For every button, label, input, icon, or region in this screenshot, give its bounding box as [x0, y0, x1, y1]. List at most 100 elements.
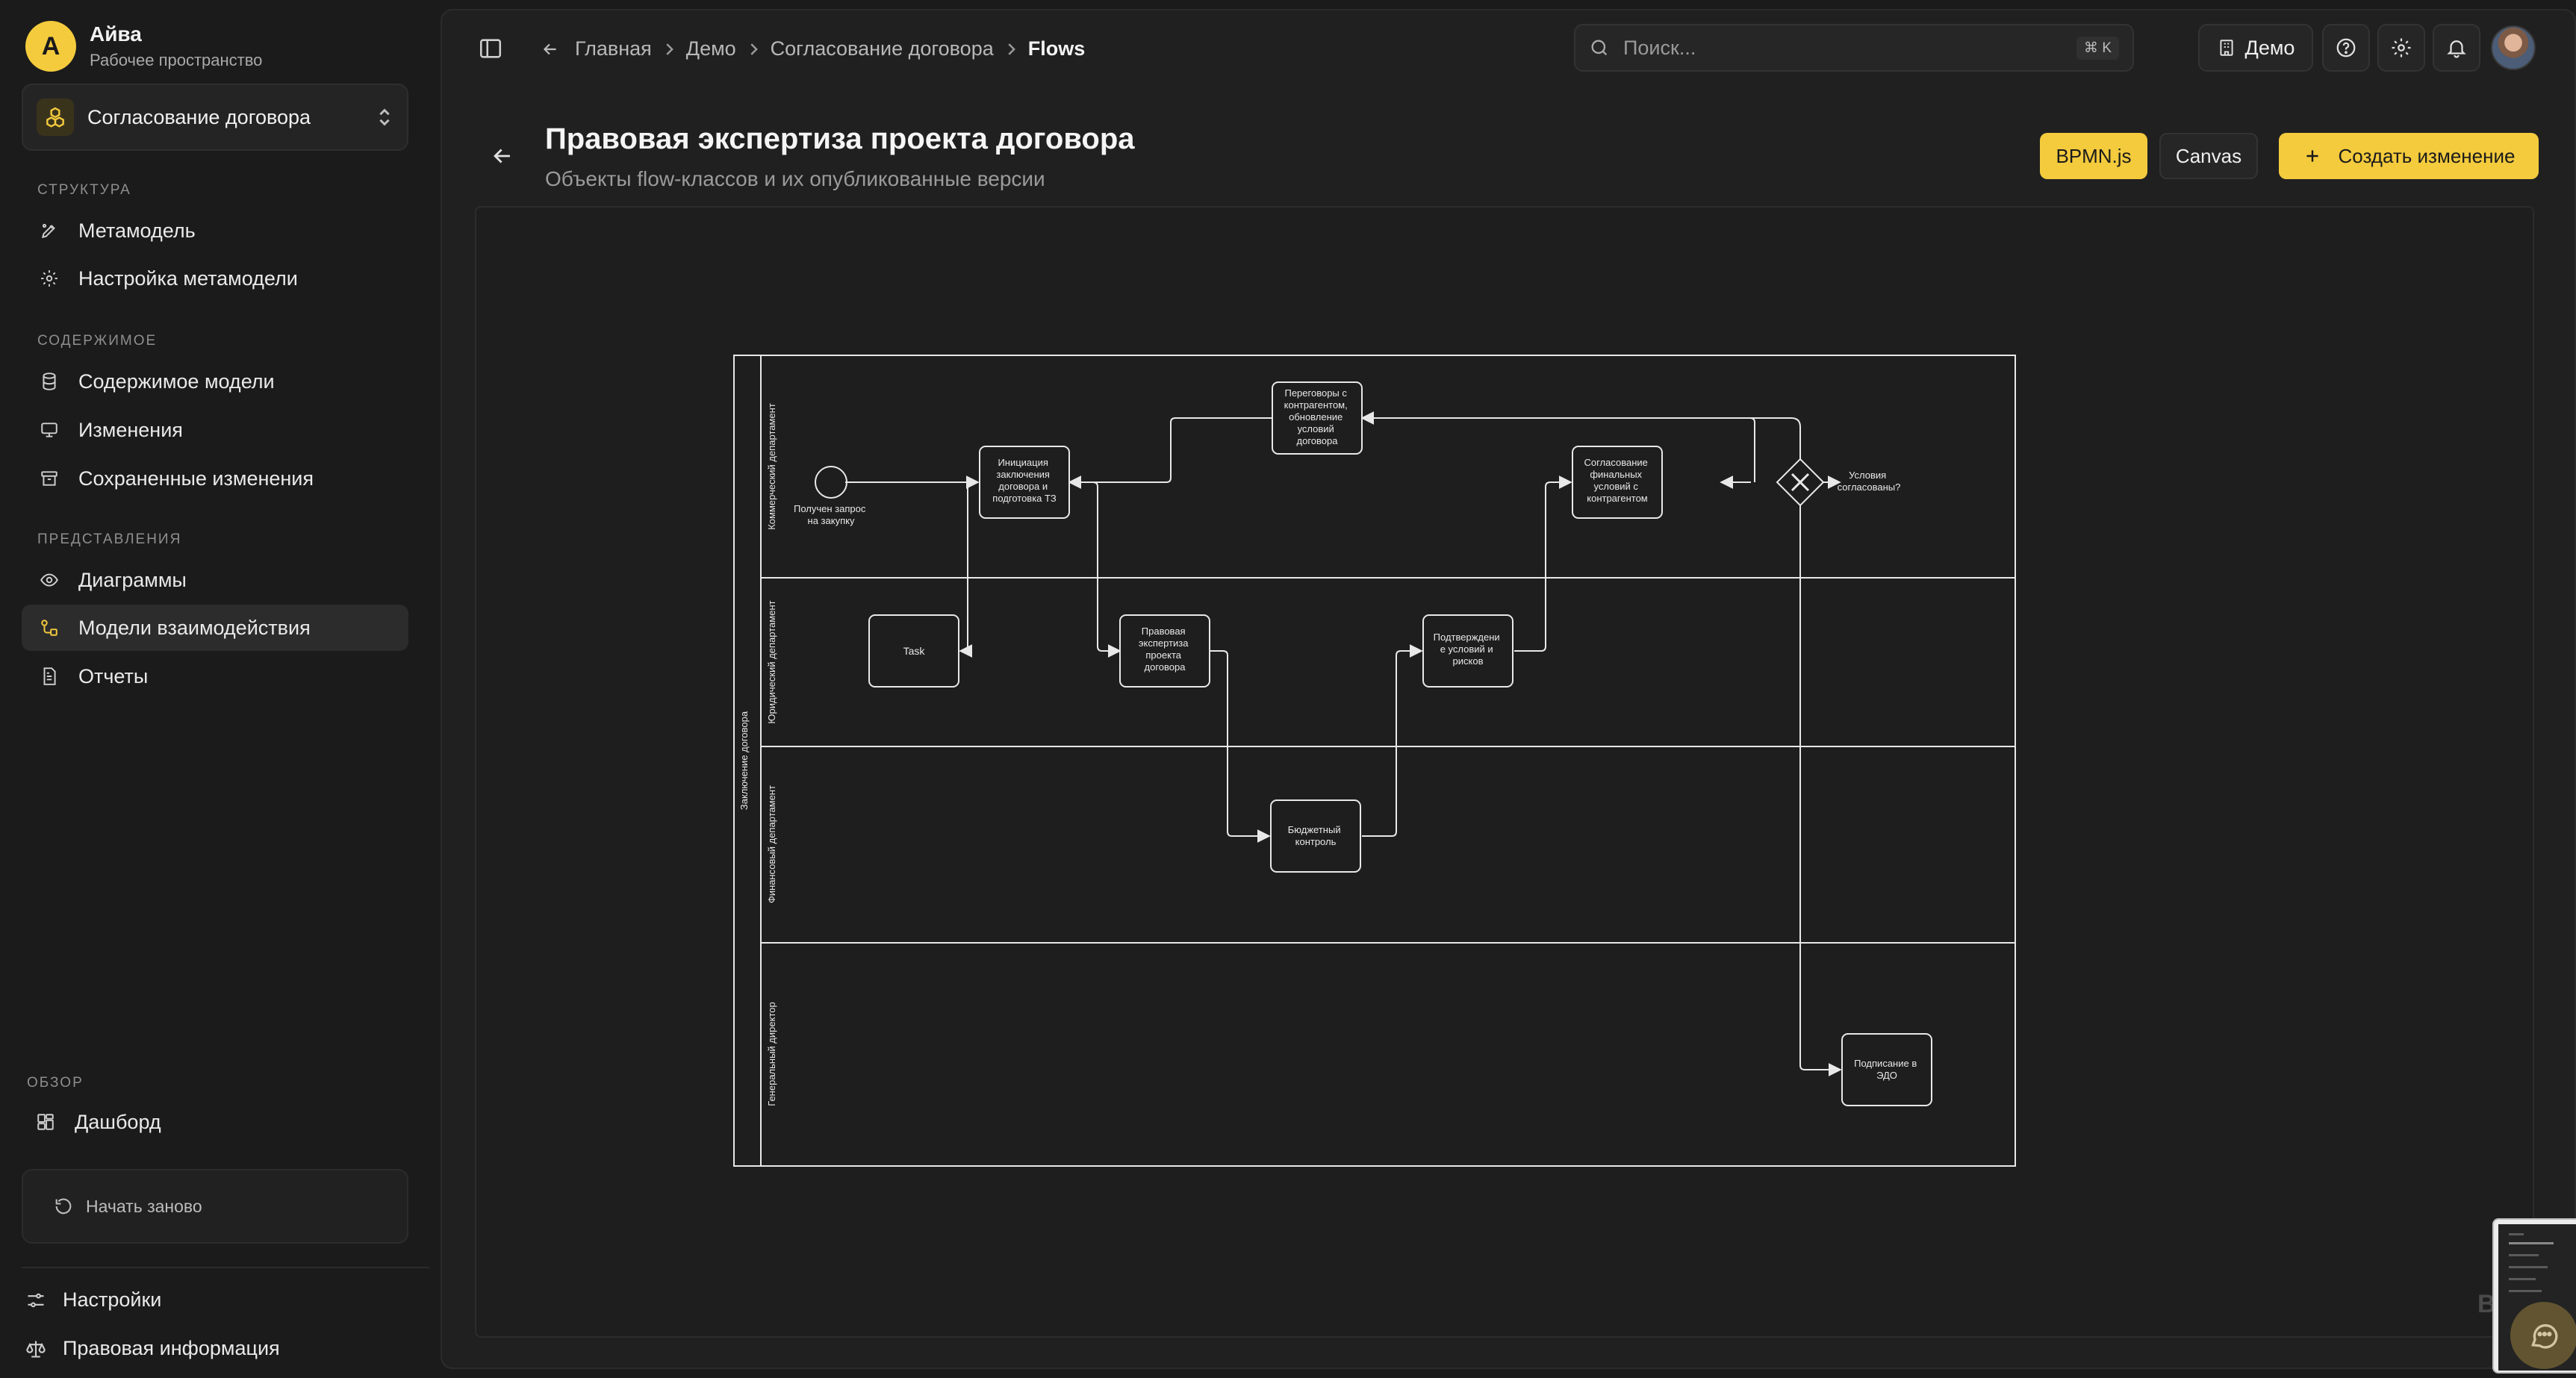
section-label-structure: СТРУКТУРА — [37, 182, 131, 198]
search-box[interactable]: ⌘ K — [1574, 24, 2134, 72]
chat-support-button[interactable] — [2510, 1302, 2576, 1369]
database-icon — [38, 370, 60, 393]
sidebar-toggle-icon[interactable] — [478, 36, 503, 61]
chevron-right-icon — [1008, 43, 1015, 55]
demo-button[interactable]: Демо — [2198, 24, 2313, 72]
search-input[interactable] — [1623, 36, 2077, 60]
sidebar-item-model-content[interactable]: Содержимое модели — [22, 358, 408, 405]
task-final-approval-label: Согласование финальных условий с контраг… — [1584, 457, 1650, 504]
sidebar-item-label: Содержимое модели — [78, 370, 275, 393]
sidebar-item-label: Сохраненные изменения — [78, 467, 314, 490]
start-event — [815, 466, 847, 499]
sidebar-item-changes[interactable]: Изменения — [22, 407, 408, 453]
breadcrumb-home[interactable]: Главная — [575, 37, 652, 60]
restart-button[interactable]: Начать заново — [22, 1169, 408, 1244]
lane-label-ceo: Генеральный директор — [766, 1002, 777, 1106]
chevron-right-icon — [750, 43, 758, 55]
sliders-icon — [28, 1293, 44, 1307]
bell-icon — [2447, 40, 2466, 58]
page-subtitle: Объекты flow-классов и их опубликованные… — [545, 167, 1045, 190]
user-avatar[interactable] — [2491, 25, 2536, 70]
sidebar-item-label: Модели взаимодействия — [78, 616, 311, 639]
report-icon — [38, 665, 60, 688]
sidebar-item-metamodel[interactable]: Метамодель — [22, 208, 408, 254]
settings-button[interactable] — [2377, 24, 2425, 72]
breadcrumb-project[interactable]: Согласование договора — [771, 37, 994, 60]
scales-icon — [26, 1341, 46, 1358]
search-shortcut: ⌘ K — [2076, 36, 2119, 60]
sidebar: А Айва Рабочее пространство Согласование… — [0, 0, 436, 1378]
sidebar-item-label: Дашборд — [75, 1110, 161, 1133]
create-change-button[interactable]: Создать изменение — [2279, 133, 2539, 179]
sidebar-item-interaction-models[interactable]: Модели взаимодействия — [22, 605, 408, 651]
interaction-icon — [38, 617, 60, 639]
legal-info-label: Правовая информация — [63, 1337, 280, 1359]
exclusive-gateway — [1776, 458, 1825, 507]
sidebar-item-label: Отчеты — [78, 664, 149, 688]
arrow-left-icon[interactable] — [541, 40, 560, 59]
plus-icon — [2306, 150, 2318, 162]
chevron-right-icon — [666, 43, 673, 55]
sidebar-item-metamodel-settings[interactable]: Настройка метамодели — [22, 255, 408, 302]
cubes-icon — [37, 99, 74, 136]
search-icon — [1591, 40, 1608, 56]
chat-icon — [2531, 1324, 2558, 1349]
refresh-icon — [55, 1198, 72, 1215]
pool-label: Заключение договора — [738, 711, 750, 810]
arrow-left-icon[interactable] — [490, 143, 515, 169]
task-initiation-label: Инициация заключения договора и подготов… — [992, 457, 1057, 504]
divider — [22, 1267, 429, 1268]
sidebar-item-label: Диаграммы — [78, 568, 187, 591]
sidebar-item-saved-changes[interactable]: Сохраненные изменения — [22, 455, 408, 502]
sidebar-item-diagrams[interactable]: Диаграммы — [22, 557, 408, 603]
pool — [733, 355, 2016, 1167]
page-title: Правовая экспертиза проекта договора — [545, 122, 1135, 155]
section-label-overview: ОБЗОР — [27, 1075, 84, 1091]
bpmn-js-button[interactable]: BPMN.js — [2040, 133, 2147, 179]
gear-icon — [38, 267, 60, 290]
dashboard-icon — [34, 1111, 57, 1133]
workspace-switcher[interactable]: А Айва Рабочее пространство — [25, 21, 262, 72]
breadcrumb: Главная Демо Согласование договора Flows — [541, 37, 1085, 60]
workspace-name: Айва — [90, 22, 142, 46]
project-name: Согласование договора — [87, 105, 311, 128]
settings-label: Настройки — [63, 1288, 162, 1311]
task-budget-control-label: Бюджетный контроль — [1288, 824, 1343, 847]
task-legal-review-label: Правовая экспертиза проекта договора — [1139, 626, 1191, 673]
sidebar-item-reports[interactable]: Отчеты — [22, 653, 408, 699]
help-button[interactable] — [2322, 24, 2370, 72]
building-icon — [2219, 40, 2233, 56]
sidebar-item-label: Изменения — [78, 418, 183, 441]
canvas-button[interactable]: Canvas — [2159, 133, 2258, 179]
eye-icon — [38, 569, 60, 591]
settings-link[interactable]: Настройки — [25, 1288, 161, 1312]
create-change-label: Создать изменение — [2338, 144, 2516, 167]
metamodel-icon — [38, 219, 60, 242]
workspace-subtitle: Рабочее пространство — [90, 51, 263, 69]
start-event-label: Получен запрос на закупку — [794, 503, 868, 526]
workspace-avatar: А — [25, 21, 76, 72]
breadcrumb-demo[interactable]: Демо — [686, 37, 736, 60]
legal-info-link[interactable]: Правовая информация — [25, 1337, 280, 1360]
section-label-views: ПРЕДСТАВЛЕНИЯ — [37, 531, 182, 547]
sidebar-item-label: Настройка метамодели — [78, 266, 298, 290]
lane-label-commercial: Коммерческий департамент — [766, 403, 777, 530]
gear-icon — [2392, 38, 2411, 57]
archive-icon — [38, 467, 60, 490]
breadcrumb-current: Flows — [1027, 37, 1086, 60]
demo-label: Демо — [2244, 36, 2295, 59]
gateway-label: Условия согласованы? — [1838, 470, 1901, 493]
main-panel: Главная Демо Согласование договора Flows… — [441, 9, 2576, 1374]
lane-label-finance: Финансовый департамент — [766, 785, 777, 903]
task-generic-label: Task — [903, 645, 926, 657]
help-icon — [2336, 38, 2356, 57]
sidebar-item-label: Метамодель — [78, 219, 196, 242]
project-selector[interactable]: Согласование договора — [22, 84, 408, 151]
restart-label: Начать заново — [86, 1196, 202, 1216]
bpmn-canvas[interactable]: Заключение договора Коммерческий департа… — [475, 206, 2534, 1338]
sidebar-item-dashboard[interactable]: Дашборд — [18, 1099, 405, 1145]
changes-icon — [38, 419, 60, 441]
section-label-content: СОДЕРЖИМОЕ — [37, 333, 158, 349]
notifications-button[interactable] — [2433, 24, 2480, 72]
lane-label-legal: Юридический департамент — [766, 600, 777, 723]
